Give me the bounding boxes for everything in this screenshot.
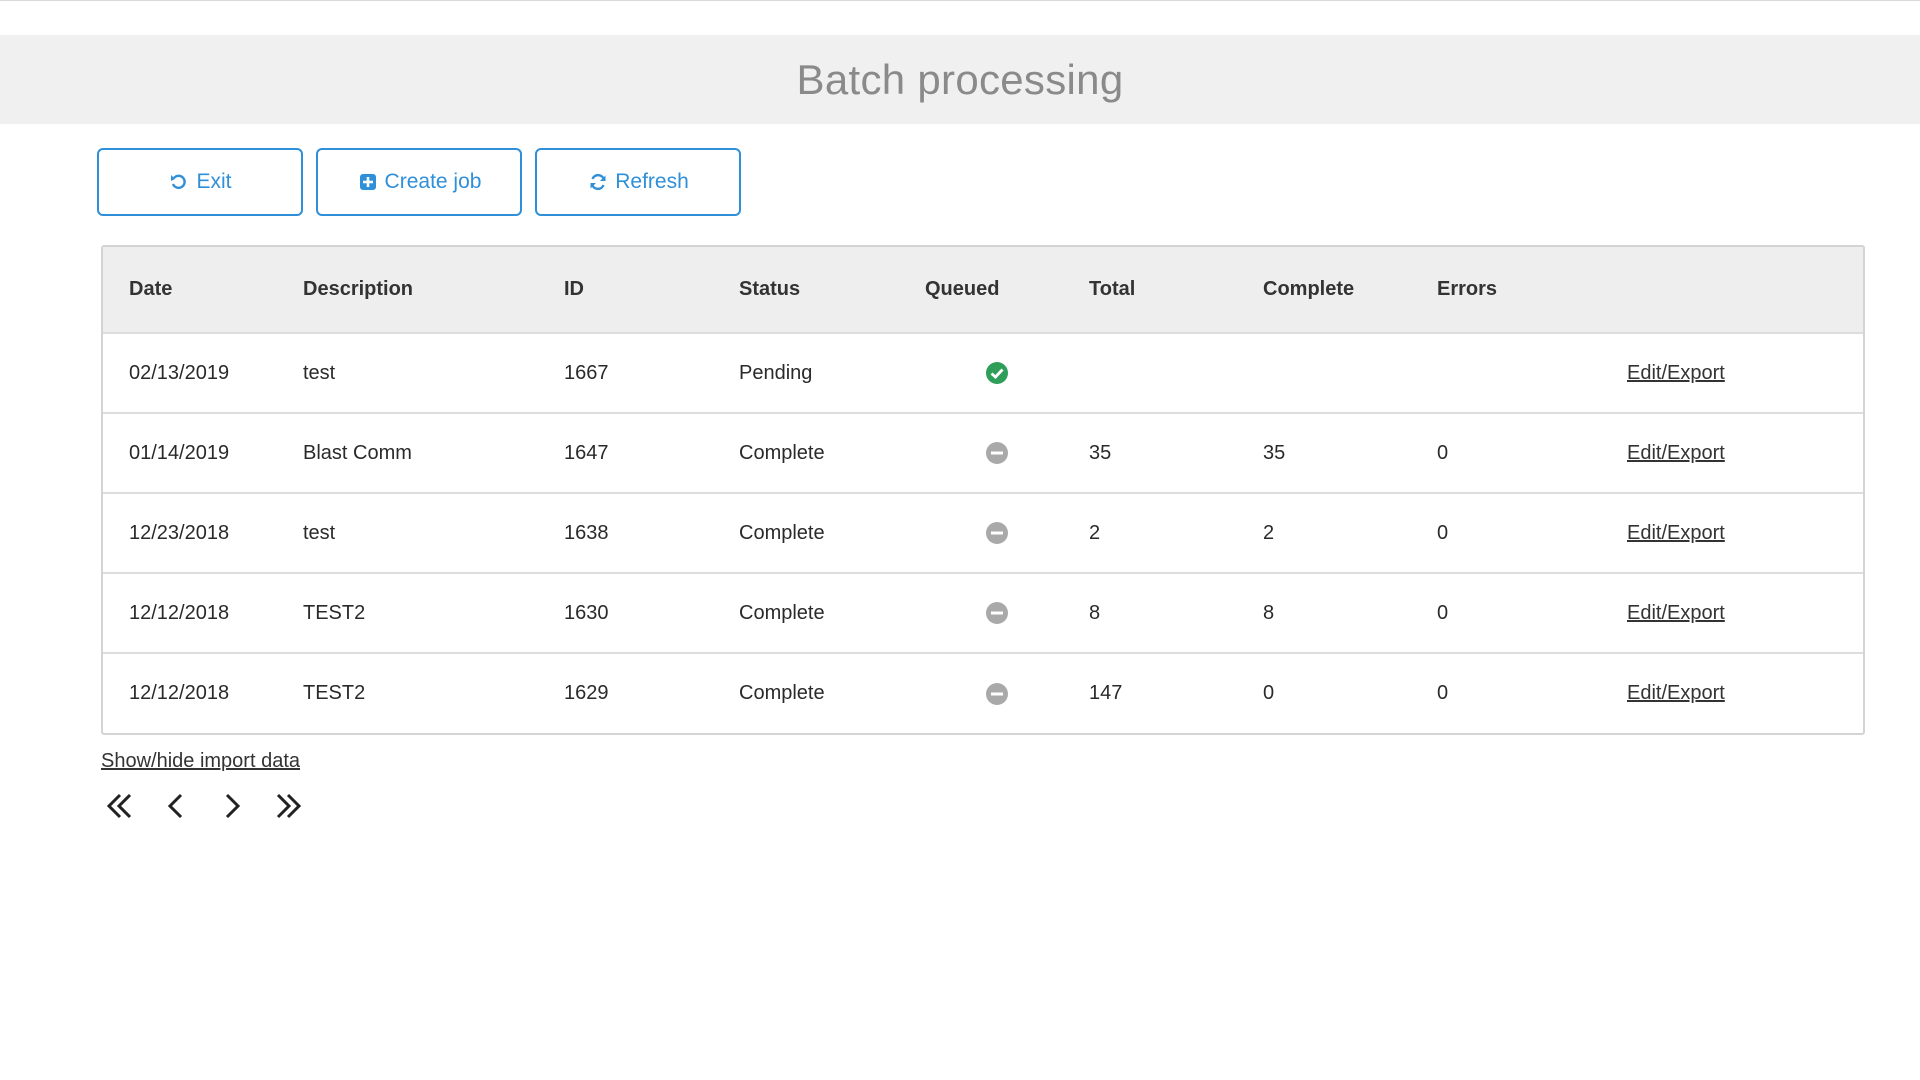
cell-action: Edit/Export [1611,333,1863,413]
cell-queued [925,573,1089,653]
edit-export-link[interactable]: Edit/Export [1627,522,1725,544]
cell-status: Complete [739,601,825,624]
exit-button-label: Exit [196,170,232,193]
cell-total: 35 [1089,441,1112,464]
refresh-icon [587,171,609,193]
cell-complete: 35 [1263,441,1286,464]
col-header-id: ID [564,278,584,300]
first-page-icon[interactable] [101,786,139,826]
minus-circle-icon [985,601,1009,625]
table-row: 12/12/2018 TEST2 1629 Complete 147 0 0 Edit/Exp… [103,653,1863,733]
page-header: Batch processing [0,35,1920,124]
cell-queued [925,653,1089,733]
cell-errors: 0 [1437,521,1449,544]
cell-queued [925,333,1089,413]
cell-errors: 0 [1437,682,1449,704]
cell-total [1089,333,1263,413]
cell-total: 8 [1089,601,1101,624]
next-page-icon[interactable] [213,786,251,826]
table-row: 12/12/2018 TEST2 1630 Complete 8 8 0 Edit/Expor… [103,573,1863,653]
cell-status: Complete [739,682,825,704]
cell-id: 1667 [564,361,609,384]
col-header-total: Total [1089,278,1136,300]
refresh-button-label: Refresh [615,170,689,193]
cell-date: 12/12/2018 [129,601,230,624]
edit-export-link[interactable]: Edit/Export [1627,602,1725,624]
table-row: 02/13/2019 test 1667 Pending Edit/Export [103,333,1863,413]
col-header-queued: Queued [925,278,1000,300]
table-row: 12/23/2018 test 1638 Complete 2 2 0 Edit/Export [103,493,1863,573]
col-header-complete: Complete [1263,278,1355,300]
cell-date: 01/14/2019 [129,441,230,464]
cell-id: 1647 [564,441,609,464]
cell-action: Edit/Export [1611,573,1863,653]
refresh-button[interactable]: Refresh [535,148,741,216]
minus-circle-icon [985,682,1009,706]
page-title: Batch processing [796,55,1124,103]
cell-id: 1629 [564,682,609,704]
batch-table: Date Description ID Status Queued Total … [101,245,1865,735]
edit-export-link[interactable]: Edit/Export [1627,442,1725,464]
create-job-button-label: Create job [384,170,482,193]
undo-icon [168,171,190,193]
exit-button[interactable]: Exit [97,148,303,216]
col-header-status: Status [739,278,801,300]
cell-id: 1638 [564,521,609,544]
check-circle-icon [985,361,1009,385]
last-page-icon[interactable] [269,786,307,826]
pagination [101,786,307,826]
cell-action: Edit/Export [1611,653,1863,733]
table-header-row: Date Description ID Status Queued Total … [103,247,1863,333]
cell-errors [1437,333,1611,413]
cell-description: TEST2 [303,601,366,624]
cell-date: 02/13/2019 [129,361,230,384]
cell-id: 1630 [564,601,609,624]
cell-complete: 2 [1263,521,1275,544]
edit-export-link[interactable]: Edit/Export [1627,362,1725,384]
cell-status: Pending [739,361,813,384]
edit-export-link[interactable]: Edit/Export [1627,682,1725,704]
col-header-description: Description [303,278,414,300]
minus-circle-icon [985,441,1009,465]
cell-description: TEST2 [303,682,366,704]
show-hide-import-link[interactable]: Show/hide import data [101,750,300,773]
toolbar: Exit Create job Refresh [97,148,741,216]
cell-action: Edit/Export [1611,413,1863,493]
cell-date: 12/23/2018 [129,521,230,544]
cell-description: test [303,521,336,544]
table-row: 01/14/2019 Blast Comm 1647 Complete 35 35 0 Edi… [103,413,1863,493]
cell-errors: 0 [1437,441,1449,464]
cell-total: 147 [1089,682,1123,704]
minus-circle-icon [985,521,1009,545]
cell-description: test [303,361,336,384]
cell-description: Blast Comm [303,441,412,464]
cell-queued [925,493,1089,573]
cell-date: 12/12/2018 [129,682,230,704]
cell-status: Complete [739,521,825,544]
col-header-date: Date [129,278,173,300]
cell-complete: 0 [1263,682,1275,704]
plus-square-icon [357,171,379,193]
cell-complete [1263,333,1437,413]
cell-status: Complete [739,441,825,464]
cell-complete: 8 [1263,601,1275,624]
cell-queued [925,413,1089,493]
cell-action: Edit/Export [1611,493,1863,573]
top-divider [0,0,1920,1]
cell-total: 2 [1089,521,1101,544]
create-job-button[interactable]: Create job [316,148,522,216]
cell-errors: 0 [1437,601,1449,624]
col-header-errors: Errors [1437,278,1498,300]
col-header-action [1611,247,1863,333]
prev-page-icon[interactable] [157,786,195,826]
